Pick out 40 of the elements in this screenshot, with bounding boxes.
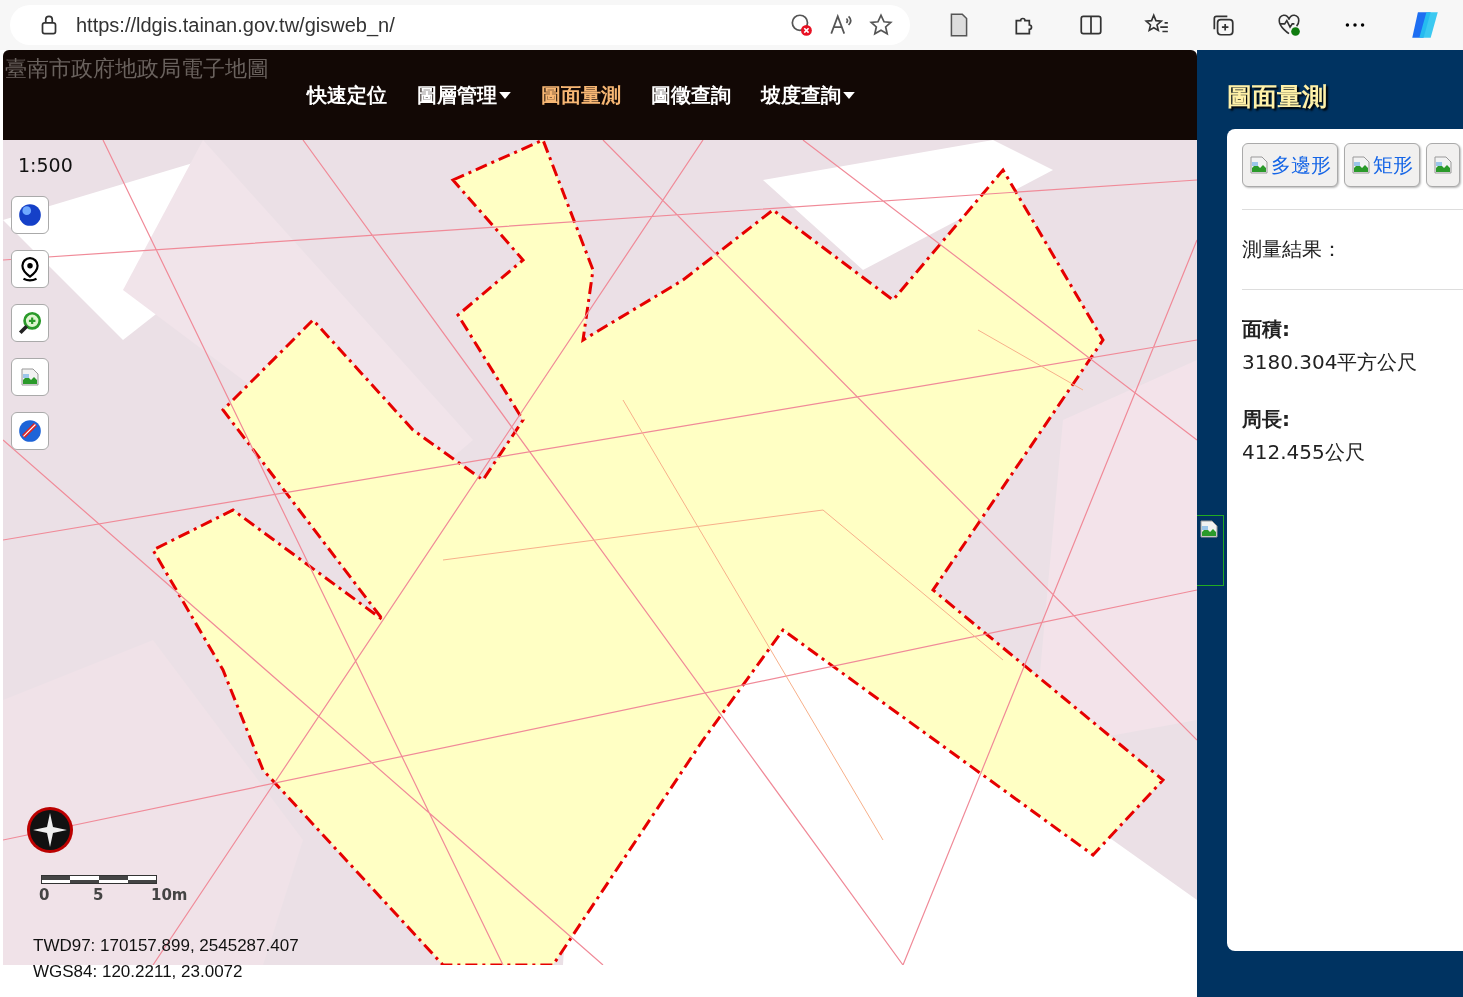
coordinate-readout: WGS84: 120.2211, 23.0072 <box>33 962 244 982</box>
tool-button[interactable] <box>1426 143 1460 187</box>
nav-item[interactable]: 圖面量測 <box>541 82 621 109</box>
compass-icon <box>25 805 75 855</box>
result-label: 周長: <box>1242 406 1291 433</box>
zoom-in-icon <box>17 310 43 336</box>
tool-button[interactable]: 多邊形 <box>1242 143 1338 187</box>
broken-image-icon <box>20 367 40 387</box>
tool-button[interactable]: 矩形 <box>1344 143 1420 187</box>
star-icon[interactable] <box>868 12 894 38</box>
result-value: 412.455公尺 <box>1242 439 1366 466</box>
panel-title: 圖面量測 <box>1227 81 1327 113</box>
broken-image-icon <box>1433 155 1453 175</box>
broken-image-icon <box>1351 155 1371 175</box>
scale-label: 10m <box>151 886 188 904</box>
result-heading: 測量結果： <box>1242 210 1463 290</box>
coordinate-readout: TWD97: 170157.899, 2545287.407 <box>33 936 299 956</box>
globe-button[interactable] <box>11 196 49 234</box>
ruler-button[interactable] <box>11 412 49 450</box>
zoom-in-button[interactable] <box>11 304 49 342</box>
broken-image-icon <box>1249 155 1269 175</box>
heartbeat-icon[interactable] <box>1276 12 1302 38</box>
nav-item[interactable]: 坡度查詢 <box>761 82 855 109</box>
scale-label: 5 <box>93 886 104 904</box>
broken-image-icon <box>1199 519 1219 539</box>
scale-label: 0 <box>39 886 50 904</box>
nav-item[interactable]: 圖徵查詢 <box>651 82 731 109</box>
collapse-handle[interactable] <box>1197 515 1224 586</box>
map-scale: 1:500 <box>18 154 73 176</box>
result-label: 面積: <box>1242 316 1291 343</box>
location-pin-button[interactable] <box>11 250 49 288</box>
collections-icon[interactable] <box>1210 12 1236 38</box>
image-button[interactable] <box>11 358 49 396</box>
nav-item[interactable]: 快速定位 <box>307 82 387 109</box>
result-value: 3180.304平方公尺 <box>1242 349 1419 376</box>
nav-item[interactable]: 圖層管理 <box>417 82 511 109</box>
site-title: 臺南市政府地政局電子地圖 <box>5 55 269 83</box>
split-screen-icon[interactable] <box>1078 12 1104 38</box>
address-bar[interactable]: https://ldgis.tainan.gov.tw/gisweb_n/ <box>10 5 910 45</box>
globe-icon <box>17 202 43 228</box>
